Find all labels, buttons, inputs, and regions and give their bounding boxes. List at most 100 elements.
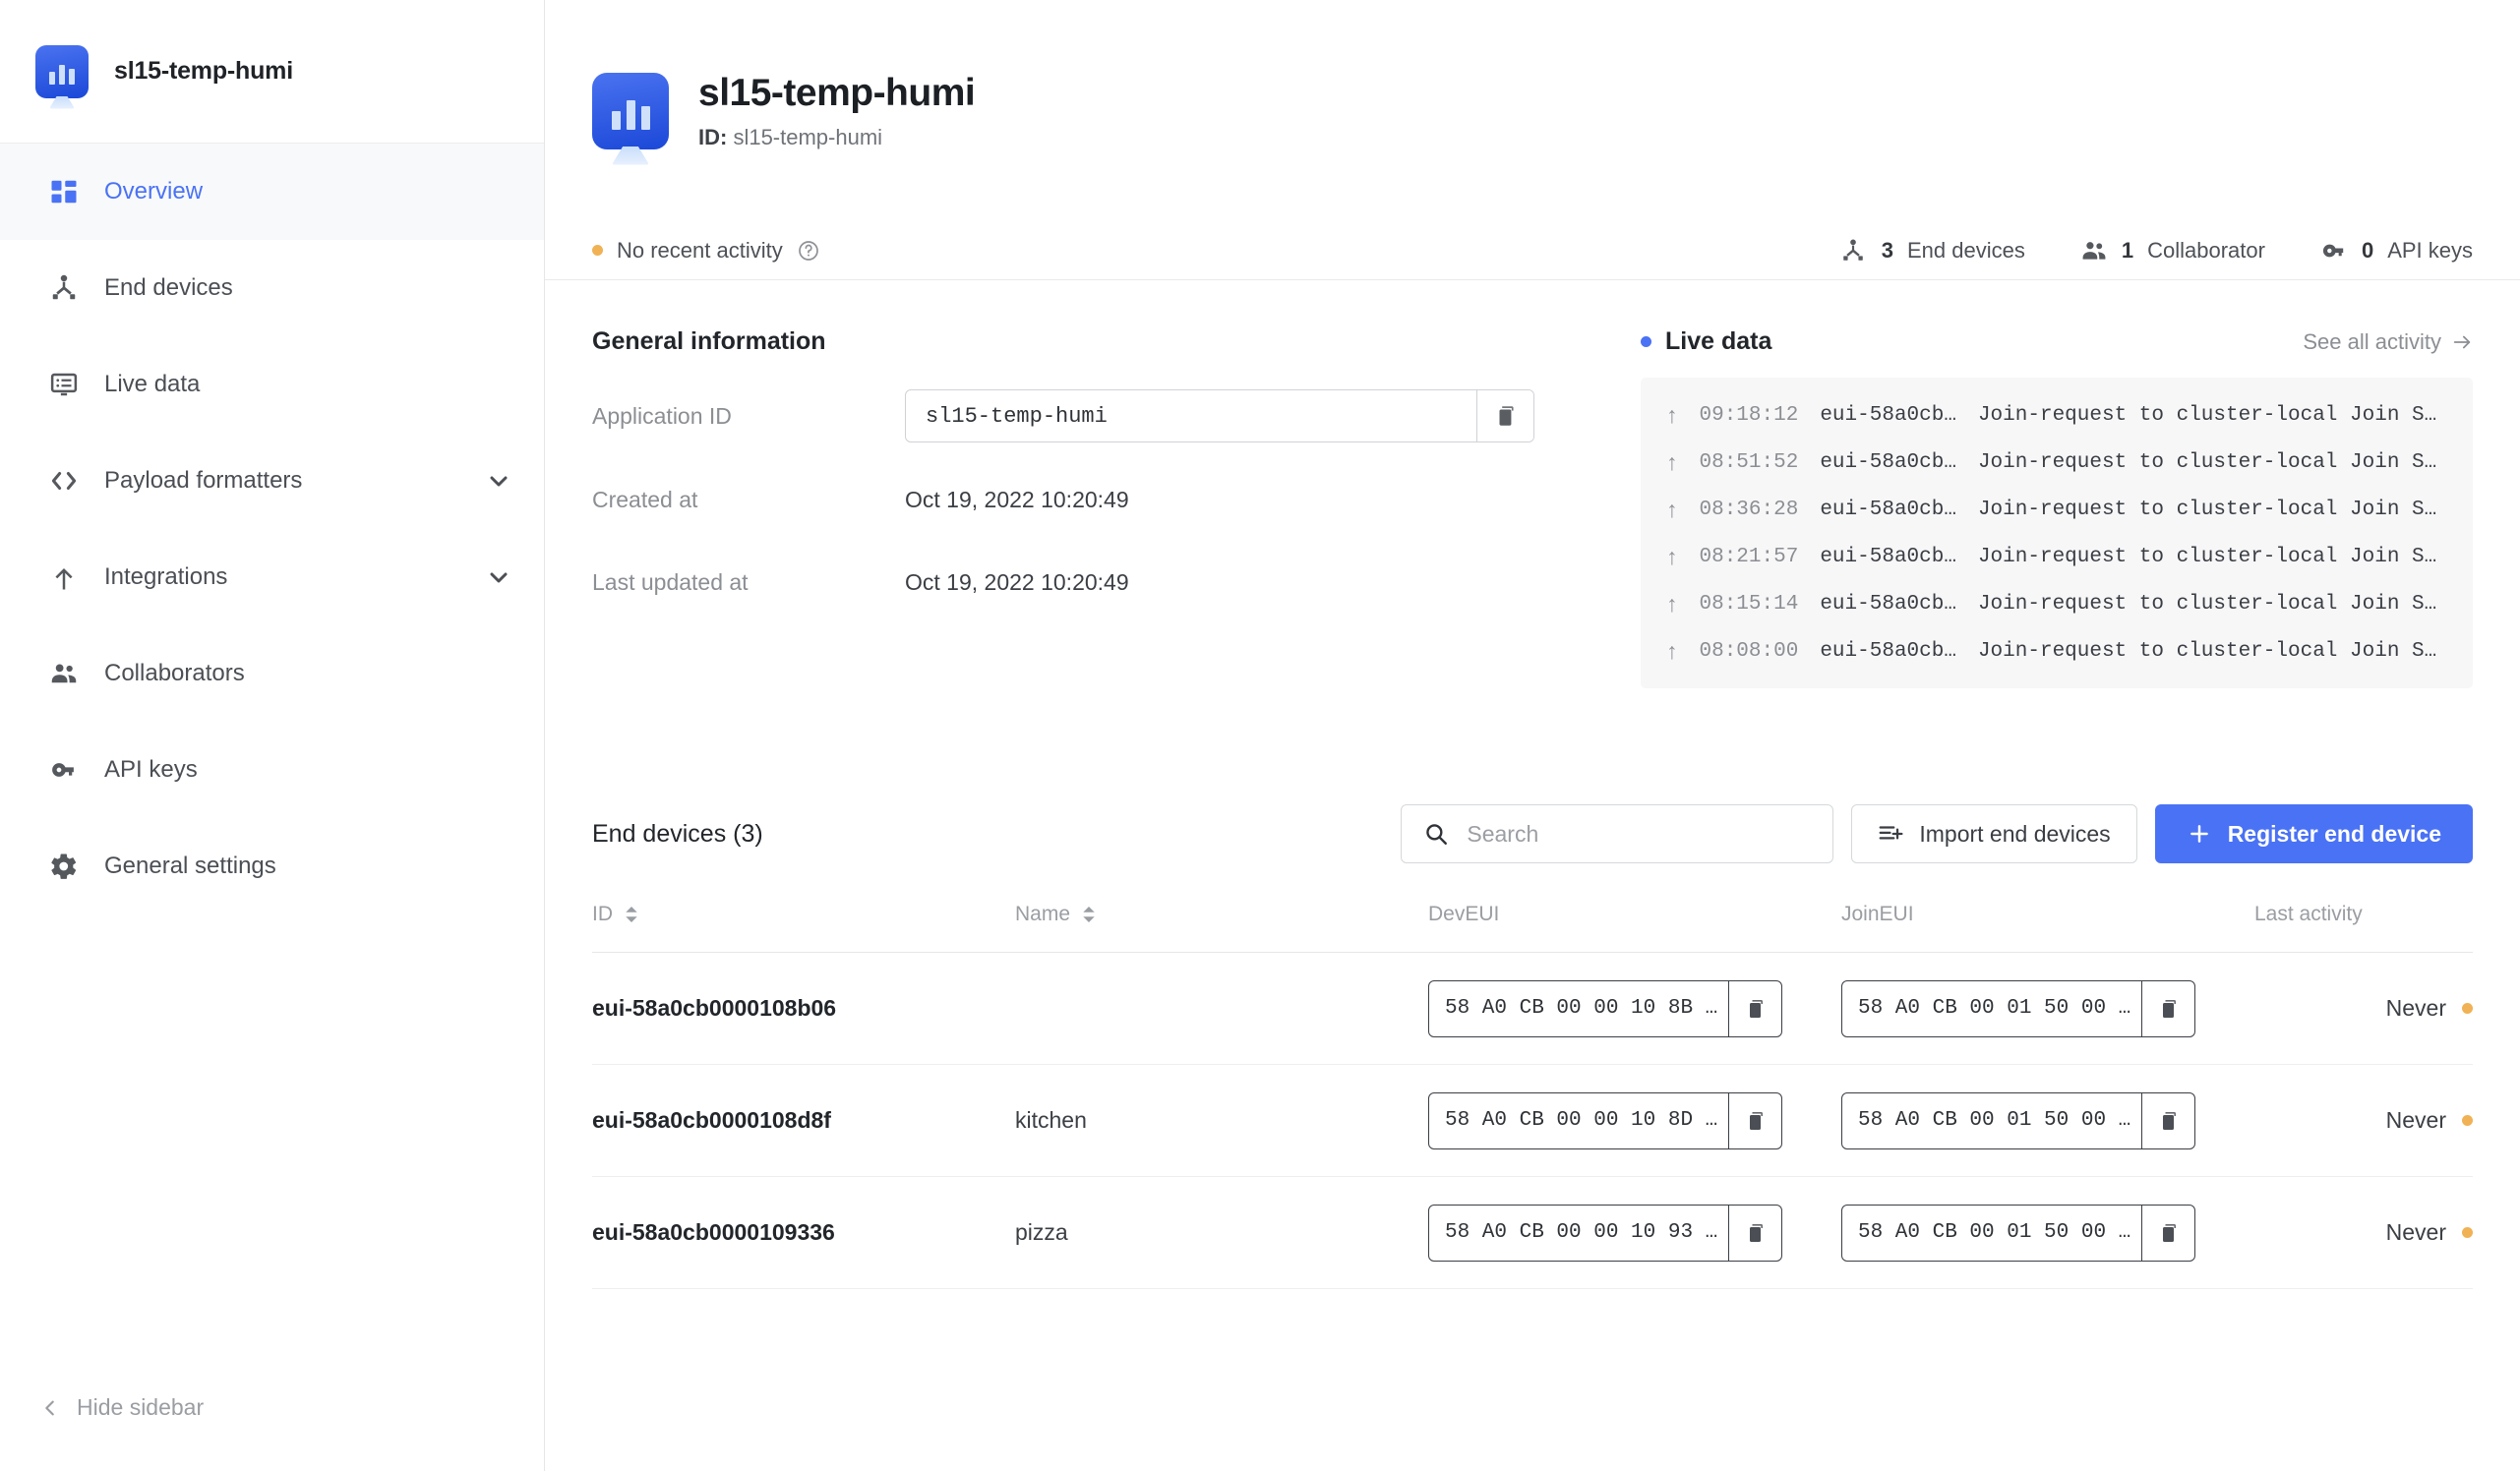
live-row-time: 08:21:57 — [1699, 545, 1799, 568]
sidebar-item-end-devices[interactable]: End devices — [0, 240, 544, 336]
chevron-left-icon — [39, 1397, 61, 1419]
hide-sidebar-button[interactable]: Hide sidebar — [0, 1343, 544, 1471]
stat-count: 1 — [2121, 237, 2134, 263]
row-joineui-field[interactable]: 58 A0 CB 00 01 50 00 … — [1841, 1091, 2195, 1149]
general-information-section: General information Application ID sl15-… — [592, 327, 1586, 688]
stat-collaborators[interactable]: 1 Collaborator — [2080, 237, 2265, 265]
row-device-name: kitchen — [1015, 1107, 1087, 1133]
sidebar-item-label: API keys — [104, 756, 198, 783]
application-id-row: Application ID sl15-temp-humi — [592, 389, 1586, 442]
key-icon — [2320, 237, 2348, 265]
end-device-icon — [47, 271, 81, 305]
live-data-row[interactable]: ↑ 09:18:12 eui-58a0cb… Join-request to c… — [1641, 391, 2473, 439]
application-id-value: sl15-temp-humi — [926, 403, 1108, 429]
last-updated-value: Oct 19, 2022 10:20:49 — [905, 568, 1129, 595]
row-deveui-field[interactable]: 58 A0 CB 00 00 10 93 … — [1428, 1204, 1782, 1262]
live-data-row[interactable]: ↑ 08:36:28 eui-58a0cb… Join-request to c… — [1641, 486, 2473, 533]
sidebar-app-name: sl15-temp-humi — [114, 57, 293, 85]
sidebar-item-label: Live data — [104, 371, 201, 397]
end-device-icon — [1840, 237, 1868, 265]
sidebar-item-api-keys[interactable]: API keys — [0, 722, 544, 818]
table-row[interactable]: eui-58a0cb0000108b06 58 A0 CB 00 00 10 8… — [592, 952, 2473, 1065]
stat-end-devices[interactable]: 3 End devices — [1840, 237, 2025, 265]
created-at-row: Created at Oct 19, 2022 10:20:49 — [592, 474, 1586, 525]
live-row-device: eui-58a0cb… — [1820, 403, 1956, 427]
live-row-message: Join-request to cluster-local Join Se… — [1977, 639, 2447, 663]
code-brackets-icon — [47, 464, 81, 498]
chevron-down-icon[interactable] — [487, 469, 510, 493]
search-box[interactable] — [1401, 804, 1834, 863]
application-tile-icon — [592, 72, 669, 165]
copy-icon[interactable] — [1476, 390, 1533, 441]
status-bar: No recent activity 3 End devices 1 Colla… — [545, 221, 2520, 280]
row-last-activity: Never — [2385, 995, 2446, 1021]
column-header-name[interactable]: Name — [1015, 903, 1428, 953]
grid-icon — [47, 175, 81, 208]
live-data-row[interactable]: ↑ 08:08:00 eui-58a0cb… Join-request to c… — [1641, 627, 2473, 675]
sidebar-item-general-settings[interactable]: General settings — [0, 818, 544, 914]
row-deveui-field[interactable]: 58 A0 CB 00 00 10 8D … — [1428, 1091, 1782, 1149]
stat-label: Collaborator — [2147, 237, 2265, 263]
column-header-id[interactable]: ID — [592, 903, 1015, 953]
copy-icon[interactable] — [1728, 1205, 1781, 1261]
copy-icon[interactable] — [2141, 1092, 2194, 1148]
row-joineui-value: 58 A0 CB 00 01 50 00 … — [1858, 1109, 2131, 1132]
copy-icon[interactable] — [2141, 1205, 2194, 1261]
uplink-arrow-icon: ↑ — [1666, 637, 1678, 664]
sidebar-item-overview[interactable]: Overview — [0, 144, 544, 240]
column-label: DevEUI — [1428, 903, 1500, 925]
application-tile-icon — [35, 44, 89, 109]
key-icon — [47, 753, 81, 787]
sidebar-item-collaborators[interactable]: Collaborators — [0, 625, 544, 722]
sidebar-header[interactable]: sl15-temp-humi — [0, 0, 544, 144]
live-data-row[interactable]: ↑ 08:21:57 eui-58a0cb… Join-request to c… — [1641, 533, 2473, 580]
sort-icon[interactable] — [1082, 907, 1096, 922]
sidebar-item-payload-formatters[interactable]: Payload formatters — [0, 433, 544, 529]
see-all-activity-link[interactable]: See all activity — [2303, 329, 2473, 355]
row-joineui-field[interactable]: 58 A0 CB 00 01 50 00 … — [1841, 979, 2195, 1037]
uplink-arrow-icon: ↑ — [1666, 543, 1678, 569]
last-updated-row: Last updated at Oct 19, 2022 10:20:49 — [592, 557, 1586, 608]
sort-icon[interactable] — [625, 907, 638, 922]
copy-icon[interactable] — [1728, 980, 1781, 1036]
stat-count: 3 — [1881, 237, 1893, 263]
row-last-activity: Never — [2385, 1219, 2446, 1245]
page-title: sl15-temp-humi — [698, 71, 976, 114]
sidebar-item-integrations[interactable]: Integrations — [0, 529, 544, 625]
live-data-list: ↑ 09:18:12 eui-58a0cb… Join-request to c… — [1641, 378, 2473, 688]
live-row-time: 08:08:00 — [1699, 639, 1799, 663]
copy-icon[interactable] — [1728, 1092, 1781, 1148]
search-input[interactable] — [1467, 820, 1812, 848]
row-joineui-value: 58 A0 CB 00 01 50 00 … — [1858, 1221, 2131, 1244]
uplink-arrow-icon: ↑ — [1666, 496, 1678, 522]
status-dot-icon — [592, 245, 603, 256]
end-devices-toolbar: End devices (3) Search Import end device… — [592, 804, 2473, 863]
sidebar-item-label: Payload formatters — [104, 467, 303, 494]
import-end-devices-button[interactable]: Import end devices — [1851, 804, 2137, 863]
activity-status-label: No recent activity — [617, 237, 783, 263]
live-data-row[interactable]: ↑ 08:15:14 eui-58a0cb… Join-request to c… — [1641, 580, 2473, 627]
column-label: ID — [592, 903, 613, 925]
table-row[interactable]: eui-58a0cb0000108d8f kitchen 58 A0 CB 00… — [592, 1064, 2473, 1177]
register-end-device-button[interactable]: Register end device — [2154, 804, 2473, 863]
question-circle-icon[interactable] — [797, 239, 820, 263]
table-row[interactable]: eui-58a0cb0000109336 pizza 58 A0 CB 00 0… — [592, 1176, 2473, 1289]
chevron-down-icon[interactable] — [487, 565, 510, 589]
plus-icon — [2187, 821, 2212, 847]
copy-icon[interactable] — [2141, 980, 2194, 1036]
application-id-field[interactable]: sl15-temp-humi — [905, 389, 1534, 442]
sidebar-item-live-data[interactable]: Live data — [0, 336, 544, 433]
row-device-name: pizza — [1015, 1219, 1068, 1245]
row-device-id: eui-58a0cb0000109336 — [592, 1219, 835, 1245]
integrations-icon — [47, 560, 81, 594]
column-label: Name — [1015, 903, 1071, 925]
row-deveui-field[interactable]: 58 A0 CB 00 00 10 8B … — [1428, 979, 1782, 1037]
live-data-row[interactable]: ↑ 08:51:52 eui-58a0cb… Join-request to c… — [1641, 439, 2473, 486]
created-at-value: Oct 19, 2022 10:20:49 — [905, 486, 1129, 512]
activity-status: No recent activity — [592, 238, 1840, 264]
row-joineui-field[interactable]: 58 A0 CB 00 01 50 00 … — [1841, 1204, 2195, 1262]
stat-count: 0 — [2361, 237, 2374, 263]
hide-sidebar-label: Hide sidebar — [77, 1394, 205, 1420]
live-row-time: 08:51:52 — [1699, 450, 1799, 474]
stat-api-keys[interactable]: 0 API keys — [2320, 237, 2473, 265]
